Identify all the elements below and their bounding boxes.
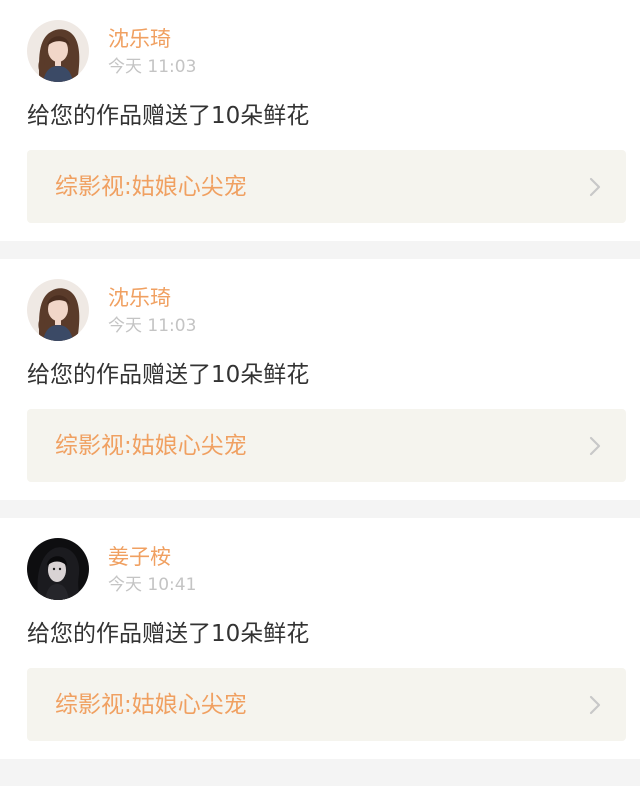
work-link[interactable]: 综影视:姑娘心尖宠 [27, 409, 626, 482]
gift-notification-feed: 沈乐琦 今天 11:03 给您的作品赠送了10朵鲜花 综影视:姑娘心尖宠 沈乐琦 [0, 0, 640, 759]
timestamp: 今天 10:41 [108, 575, 197, 595]
work-link[interactable]: 综影视:姑娘心尖宠 [27, 668, 626, 741]
dark-haired-girl-avatar-icon [27, 538, 89, 600]
work-link[interactable]: 综影视:姑娘心尖宠 [27, 150, 626, 223]
work-title: 综影视:姑娘心尖宠 [55, 692, 247, 718]
curly-hair-girl-avatar-icon [27, 279, 89, 341]
notification-card: 沈乐琦 今天 11:03 给您的作品赠送了10朵鲜花 综影视:姑娘心尖宠 [0, 0, 640, 241]
timestamp: 今天 11:03 [108, 57, 197, 77]
user-avatar[interactable] [27, 538, 89, 600]
username[interactable]: 沈乐琦 [108, 25, 171, 53]
notification-card: 沈乐琦 今天 11:03 给您的作品赠送了10朵鲜花 综影视:姑娘心尖宠 [0, 259, 640, 500]
notification-card: 姜子桉 今天 10:41 给您的作品赠送了10朵鲜花 综影视:姑娘心尖宠 [0, 518, 640, 759]
user-avatar[interactable] [27, 20, 89, 82]
gift-message: 给您的作品赠送了10朵鲜花 [27, 362, 310, 388]
chevron-right-icon [588, 695, 602, 715]
timestamp: 今天 11:03 [108, 316, 197, 336]
user-avatar[interactable] [27, 279, 89, 341]
chevron-right-icon [588, 177, 602, 197]
gift-message: 给您的作品赠送了10朵鲜花 [27, 621, 310, 647]
work-title: 综影视:姑娘心尖宠 [55, 174, 247, 200]
chevron-right-icon [588, 436, 602, 456]
work-title: 综影视:姑娘心尖宠 [55, 433, 247, 459]
curly-hair-girl-avatar-icon [27, 20, 89, 82]
gift-message: 给您的作品赠送了10朵鲜花 [27, 103, 310, 129]
username[interactable]: 姜子桉 [108, 543, 171, 571]
username[interactable]: 沈乐琦 [108, 284, 171, 312]
